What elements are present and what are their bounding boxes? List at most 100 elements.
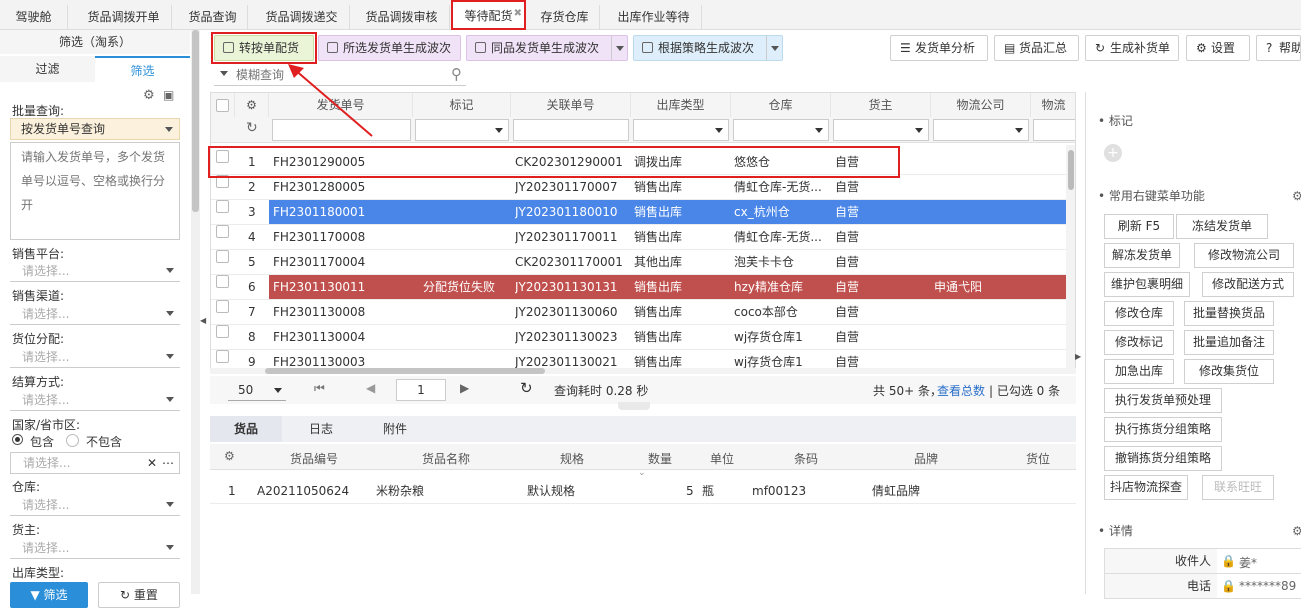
table-row[interactable]: 2 FH2301280005 JY202301170007 销售出库 倩虹仓库-无货..…: [211, 175, 1075, 200]
channel-select[interactable]: 请选择...: [10, 303, 180, 325]
table-row[interactable]: 7 FH2301130008 JY202301130060 销售出库 coco本部仓 自营: [211, 300, 1075, 325]
context-action-button[interactable]: 修改标记: [1104, 330, 1174, 355]
table-row[interactable]: 4 FH2301170008 JY202301170011 销售出库 倩虹仓库-无货..…: [211, 225, 1075, 250]
table-row[interactable]: 5 FH2301170004 CK202301170001 其他出库 泡芙卡卡仓 自营: [211, 250, 1075, 275]
col-logistics[interactable]: 物流公司: [931, 93, 1031, 118]
next-page-icon[interactable]: ▶: [460, 381, 469, 395]
page-number-input[interactable]: 1: [396, 379, 446, 401]
chevron-down-icon[interactable]: [220, 71, 228, 76]
reload-icon[interactable]: ↻: [520, 379, 533, 397]
col-goods-name[interactable]: 货品名称: [422, 450, 470, 467]
filter-owner[interactable]: [833, 119, 929, 141]
chevron-down-icon[interactable]: [611, 36, 627, 60]
table-row[interactable]: 6 FH2301130011 分配货位失败 JY202301130131 销售出库 hzy…: [211, 275, 1075, 300]
context-action-button[interactable]: 撤销拣货分组策略: [1104, 446, 1222, 471]
gear-icon[interactable]: ⚙: [143, 88, 155, 103]
view-total-link[interactable]: 查看总数: [937, 382, 985, 399]
gear-icon[interactable]: ⚙: [1292, 524, 1301, 538]
region-select[interactable]: 请选择... ✕ ⋯: [10, 452, 180, 474]
context-action-button[interactable]: 抖店物流探查: [1104, 475, 1188, 500]
warehouse-select[interactable]: 请选择...: [10, 494, 180, 516]
row-checkbox[interactable]: [216, 325, 229, 338]
collapse-left-icon[interactable]: ◀: [200, 316, 206, 325]
row-checkbox[interactable]: [216, 250, 229, 263]
tab-filter[interactable]: 过滤: [0, 56, 95, 82]
row-checkbox[interactable]: [216, 300, 229, 313]
table-row[interactable]: 3 FH2301180001 JY202301180010 销售出库 cx_杭州仓 自营: [211, 200, 1075, 225]
context-action-button[interactable]: 维护包裹明细: [1104, 272, 1190, 297]
context-action-button[interactable]: 批量替换货品: [1184, 301, 1274, 326]
allocation-select[interactable]: 请选择...: [10, 346, 180, 368]
tab-attachment[interactable]: 附件: [360, 416, 430, 442]
filter-out-type[interactable]: [633, 119, 729, 141]
tab-log[interactable]: 日志: [286, 416, 356, 442]
tab-cockpit[interactable]: 驾驶舱: [0, 5, 68, 30]
settlement-select[interactable]: 请选择...: [10, 389, 180, 411]
gear-icon[interactable]: ⚙: [235, 93, 269, 118]
grid-hscroll[interactable]: [210, 368, 1076, 374]
gear-icon[interactable]: ⚙: [1292, 189, 1301, 203]
col-owner[interactable]: 货主: [831, 93, 931, 118]
owner-select[interactable]: 请选择...: [10, 537, 180, 559]
help-button[interactable]: ? 帮助: [1256, 35, 1301, 61]
row-checkbox[interactable]: [216, 200, 229, 213]
search-icon[interactable]: ⚲: [451, 65, 462, 83]
grid-vscroll[interactable]: [1066, 145, 1075, 370]
batch-mode-select[interactable]: 按发货单号查询: [10, 118, 180, 140]
col-out-type[interactable]: 出库类型: [631, 93, 731, 118]
context-action-button[interactable]: 解冻发货单: [1104, 243, 1180, 268]
select-all-checkbox[interactable]: [216, 99, 229, 112]
filter-ref-no[interactable]: [513, 119, 629, 141]
refresh-icon[interactable]: ↻: [246, 120, 258, 136]
context-action-button[interactable]: 修改集货位: [1184, 359, 1274, 384]
tab-wait-allocation[interactable]: 等待配货 ✖: [451, 0, 526, 30]
save-icon[interactable]: ▣: [163, 88, 174, 102]
page-size-select[interactable]: 50: [228, 379, 286, 401]
reset-button[interactable]: ↻ 重置: [98, 582, 180, 608]
exclude-radio[interactable]: [66, 434, 79, 447]
tab-transfer-create[interactable]: 货品调拨开单: [76, 5, 172, 30]
gen-replenish-button[interactable]: ↻ 生成补货单: [1085, 35, 1179, 61]
col-location[interactable]: 货位: [1026, 450, 1050, 467]
col-ref-no[interactable]: 关联单号: [511, 93, 631, 118]
context-action-button[interactable]: 修改仓库: [1104, 301, 1174, 326]
settings-button[interactable]: ⚙ 设置: [1186, 35, 1250, 61]
sort-icon[interactable]: ⌄: [638, 468, 646, 478]
context-action-button[interactable]: 修改配送方式: [1202, 272, 1294, 297]
gen-wave-same-item-button[interactable]: 同品发货单生成波次: [466, 35, 628, 61]
col-qty[interactable]: 数量: [648, 450, 672, 467]
context-action-button[interactable]: 加急出库: [1104, 359, 1174, 384]
row-checkbox[interactable]: [216, 275, 229, 288]
context-action-button[interactable]: 冻结发货单: [1176, 214, 1268, 239]
table-row[interactable]: 8 FH2301130004 JY202301130023 销售出库 wj存货仓库1 自营: [211, 325, 1075, 350]
tab-goods[interactable]: 货品: [210, 416, 282, 442]
filter-button[interactable]: ▼ 筛选: [10, 582, 88, 608]
gen-wave-selected-button[interactable]: 所选发货单生成波次: [318, 35, 461, 61]
col-unit[interactable]: 单位: [710, 450, 734, 467]
tab-goods-query[interactable]: 货品查询: [178, 5, 248, 30]
col-warehouse[interactable]: 仓库: [731, 93, 831, 118]
context-action-button[interactable]: 修改物流公司: [1194, 243, 1294, 268]
add-mark-icon[interactable]: +: [1104, 144, 1122, 162]
col-spec[interactable]: 规格: [560, 450, 584, 467]
chevron-down-icon[interactable]: [766, 36, 782, 60]
col-brand[interactable]: 品牌: [914, 450, 938, 467]
tab-transfer-submit[interactable]: 货品调拨递交: [254, 5, 350, 30]
tab-stock-warehouse[interactable]: 存货仓库: [530, 5, 600, 30]
left-scrollbar[interactable]: [191, 30, 200, 594]
filter-logistics-2[interactable]: [1033, 119, 1075, 141]
clear-icon[interactable]: ✕: [147, 453, 157, 473]
context-action-button[interactable]: 联系旺旺: [1202, 475, 1274, 500]
tab-select[interactable]: 筛选: [95, 56, 190, 82]
row-checkbox[interactable]: [216, 225, 229, 238]
filter-logistics[interactable]: [933, 119, 1029, 141]
prev-page-icon[interactable]: ◀: [366, 381, 375, 395]
more-icon[interactable]: ⋯: [162, 453, 174, 473]
order-analysis-button[interactable]: ☰ 发货单分析: [890, 35, 988, 61]
splitter-handle[interactable]: [618, 402, 650, 410]
col-barcode[interactable]: 条码: [794, 450, 818, 467]
platform-select[interactable]: 请选择...: [10, 260, 180, 282]
context-action-button[interactable]: 刷新 F5: [1104, 214, 1174, 239]
col-logistics-2[interactable]: 物流: [1031, 93, 1075, 118]
tab-outbound-wait[interactable]: 出库作业等待: [606, 5, 702, 30]
